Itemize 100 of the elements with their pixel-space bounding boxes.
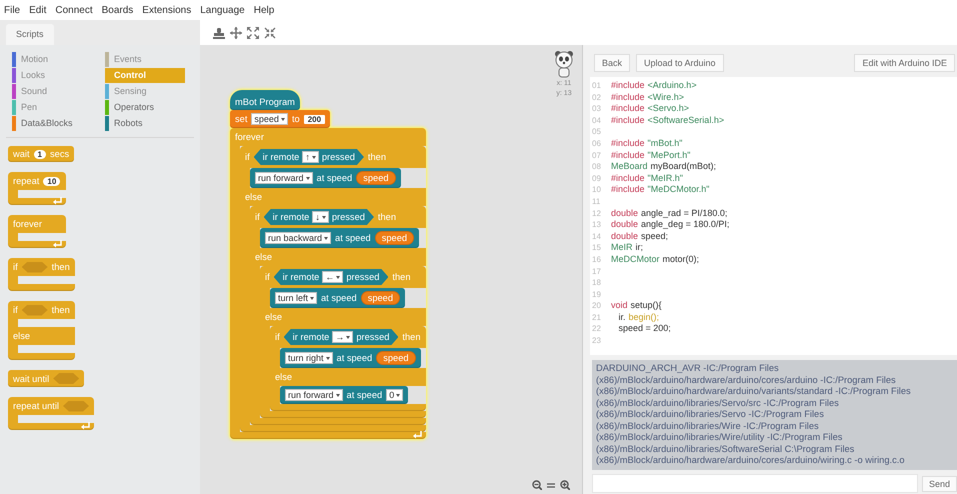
stamp-icon[interactable]	[213, 26, 225, 38]
block-label: pressed	[332, 212, 365, 222]
block-label: then	[52, 262, 70, 272]
block-label: to	[292, 114, 300, 124]
shrink-icon[interactable]	[264, 26, 276, 38]
dropdown-field[interactable]: ↓	[312, 211, 329, 223]
condition-block[interactable]: ir remote ↑ pressed	[254, 149, 364, 165]
reset-zoom-icon[interactable]	[547, 480, 555, 490]
block-label: wait	[13, 149, 30, 159]
condition-block[interactable]: ir remote → pressed	[284, 329, 398, 345]
expand-icon[interactable]	[247, 26, 259, 38]
script-block[interactable]: run forward at speed 0	[280, 386, 408, 404]
serial-input-field[interactable]	[592, 474, 918, 493]
menu-item[interactable]: Extensions	[142, 4, 192, 16]
tab[interactable]: Scripts	[6, 24, 54, 45]
menu-item[interactable]: Boards	[102, 4, 134, 16]
block-label: then	[392, 272, 411, 282]
block-label: if	[13, 262, 18, 272]
number-field[interactable]: 1	[34, 150, 46, 158]
line-number: 17	[592, 266, 602, 278]
code-token: setup(){	[630, 300, 662, 312]
category-item[interactable]: Robots	[105, 116, 185, 131]
dropdown-field[interactable]: run forward	[285, 389, 343, 401]
console-line: DARDUINO_ARCH_AVR -IC:/Program Files	[596, 363, 780, 374]
console-line: (x86)/mBlock/arduino/libraries/Wire/utility -IC:/Program Files	[596, 432, 844, 444]
block-label: at speed	[316, 173, 352, 183]
line-number: 20	[592, 300, 602, 312]
console-line: (x86)/mBlock/arduino/hardware/arduino/cores/arduino/wiring.c -o wiring.c.o	[596, 455, 906, 466]
c-block[interactable]: repeat 10	[8, 172, 66, 205]
line-number: 13	[592, 219, 602, 231]
block-label: else	[255, 252, 272, 262]
block-label: if	[245, 152, 250, 162]
hat-block[interactable]: mBot Program	[230, 90, 300, 110]
block-label: then	[378, 212, 396, 222]
number-field[interactable]: 10	[43, 176, 60, 186]
dropdown-field[interactable]: →	[332, 331, 354, 343]
dropdown-field[interactable]: run forward	[255, 172, 313, 184]
condition-block[interactable]: ir remote ↓ pressed	[264, 209, 374, 225]
code-token: ir;	[636, 242, 644, 254]
code-token: <Wire.h>	[648, 92, 684, 104]
block-label: pressed	[322, 152, 355, 162]
block-label: then	[402, 332, 421, 342]
category-item[interactable]: Operators	[105, 100, 185, 115]
script-block[interactable]: run backward at speed speed	[260, 228, 420, 248]
toolbar-button[interactable]: Upload to Arduino	[636, 54, 724, 72]
script-block[interactable]: wait 1 secs	[8, 146, 74, 162]
script-block[interactable]: set speed to 200	[230, 110, 330, 128]
menu-item[interactable]: Language	[200, 4, 245, 16]
block-label: pressed	[346, 272, 380, 282]
dropdown-field[interactable]: speed	[251, 113, 288, 125]
zoom-in-icon[interactable]	[560, 480, 570, 490]
menu-item[interactable]: File	[4, 4, 20, 16]
code-token: #include	[611, 150, 645, 162]
code-token: speed = 200;	[618, 323, 671, 336]
line-number: 03	[592, 103, 602, 115]
condition-block[interactable]: ir remote ← pressed	[274, 269, 388, 285]
block-label: secs	[50, 149, 70, 159]
dropdown-field[interactable]: ←	[322, 271, 344, 283]
move-icon[interactable]	[230, 26, 242, 38]
dropdown-field[interactable]: ↑	[302, 151, 319, 163]
script-block[interactable]: run forward at speed speed	[250, 168, 401, 188]
line-number: 15	[592, 242, 602, 254]
dropdown-field[interactable]: turn left	[275, 292, 318, 304]
number-field[interactable]: 200	[304, 114, 326, 124]
empty-block-slot	[18, 319, 75, 327]
console-line: (x86)/mBlock/arduino/libraries/Wire -IC:/Program Files	[596, 420, 820, 432]
menu-item[interactable]: Connect	[55, 4, 93, 16]
line-number: 01	[592, 80, 602, 92]
block-label: at speed	[336, 353, 372, 363]
block-label: ir remote	[262, 152, 300, 162]
code-token: #include	[611, 92, 645, 104]
dropdown-field[interactable]: 0	[386, 389, 404, 401]
if-else-block[interactable]: if ir remote ↓ pressed then run backward at speed speed else if ir remote ← pressed then turn left at speed speed else if ir remote → pressed then turn right at speed speed else run forward at speed 0	[250, 206, 426, 425]
code-token: MeIR	[611, 242, 633, 254]
code-token: double	[611, 208, 638, 220]
menu-item[interactable]: Help	[254, 4, 274, 16]
dropdown-field[interactable]: turn right	[285, 352, 333, 364]
send-button[interactable]: Send	[922, 476, 957, 492]
line-number: 16	[592, 254, 602, 266]
caret-icon	[326, 356, 330, 360]
edit-ide-button[interactable]: Edit with Arduino IDE	[854, 54, 955, 72]
script-block[interactable]: turn right at speed speed	[280, 348, 421, 368]
menu-item[interactable]: Edit	[29, 4, 46, 16]
console-line: (x86)/mBlock/arduino/libraries/Servo/src -IC:/Program Files	[596, 398, 840, 409]
console-line: (x86)/mBlock/arduino/libraries/SoftwareSerial C:\Program Files	[596, 444, 856, 455]
block-label: wait until	[13, 374, 50, 384]
dropdown-field[interactable]: run backward	[265, 232, 332, 244]
category-item[interactable]: Data&Blocks	[12, 116, 105, 131]
line-number: 22	[592, 323, 602, 336]
code-token: "MePort.h"	[648, 150, 690, 162]
if-else-block[interactable]: if ir remote ← pressed then turn left at speed speed else if ir remote → pressed then turn right at speed speed else run forward at speed 0	[260, 266, 426, 418]
caret-icon	[310, 296, 314, 300]
script-block[interactable]: turn left at speed speed	[270, 288, 406, 308]
zoom-out-icon[interactable]	[532, 480, 542, 490]
console-line: (x86)/mBlock/arduino/hardware/arduino/variants/standard -IC:/Program Files	[596, 386, 912, 398]
if-else-block[interactable]: if ir remote → pressed then turn right at speed speed else run forward at speed 0	[270, 326, 426, 411]
toolbar-button[interactable]: Back	[594, 54, 630, 72]
caret-icon	[324, 236, 328, 240]
code-token: double	[611, 230, 638, 242]
code-token: #include	[611, 114, 645, 126]
